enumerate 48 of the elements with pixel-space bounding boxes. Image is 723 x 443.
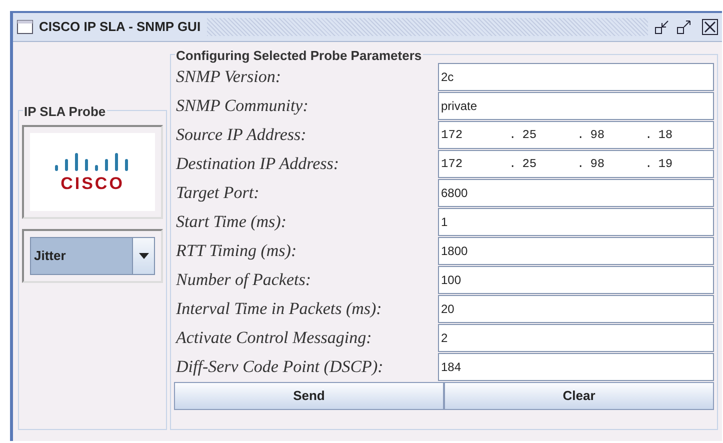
input-field[interactable]: 2c bbox=[438, 63, 714, 91]
probe-dropdown[interactable]: Jitter bbox=[30, 237, 155, 275]
ip-octet[interactable]: 25 bbox=[522, 155, 537, 173]
action-button[interactable]: Send bbox=[174, 382, 444, 410]
maximize-icon[interactable] bbox=[676, 19, 692, 35]
ip-address-field[interactable]: 172 . 25 . 98 . 19 bbox=[438, 150, 714, 178]
logo-text: CISCO bbox=[60, 174, 124, 192]
ip-separator: . bbox=[645, 127, 652, 144]
field-label: SNMP Community: bbox=[175, 95, 310, 118]
dropdown-arrow-button[interactable] bbox=[132, 238, 154, 274]
input-field[interactable]: private bbox=[438, 92, 714, 120]
action-button[interactable]: Clear bbox=[444, 382, 714, 410]
close-icon[interactable] bbox=[702, 19, 718, 35]
input-field[interactable]: 1800 bbox=[438, 237, 714, 265]
field-label: Number of Packets: bbox=[175, 269, 312, 292]
caret-icon bbox=[138, 253, 148, 259]
field-label: Target Port: bbox=[175, 182, 260, 204]
ip-separator: . bbox=[645, 156, 652, 173]
iconify-icon[interactable] bbox=[654, 19, 670, 35]
field-label: RTT Timing (ms): bbox=[175, 240, 298, 262]
ip-address-field[interactable]: 172 . 25 . 98 . 18 bbox=[438, 121, 714, 149]
ip-separator: . bbox=[577, 127, 584, 144]
input-field[interactable]: 6800 bbox=[438, 179, 714, 207]
ip-octet[interactable]: 98 bbox=[590, 155, 605, 173]
ip-octet[interactable]: 172 bbox=[441, 126, 463, 144]
input-field[interactable]: 2 bbox=[438, 324, 714, 352]
field-label: Activate Control Messaging: bbox=[174, 327, 373, 350]
ip-octet[interactable]: 172 bbox=[441, 155, 463, 173]
ip-octet[interactable]: 19 bbox=[658, 155, 673, 173]
input-field[interactable]: 1 bbox=[438, 208, 714, 236]
ip-separator: . bbox=[577, 156, 584, 173]
field-label: Start Time (ms): bbox=[175, 211, 288, 234]
ip-octet[interactable]: 25 bbox=[522, 126, 537, 144]
window-icon bbox=[17, 20, 33, 34]
field-label: SNMP Version: bbox=[175, 66, 282, 88]
field-label: Diff-Serv Code Point (DSCP): bbox=[174, 356, 384, 378]
field-label: Source IP Address: bbox=[175, 124, 308, 146]
dropdown-value: Jitter bbox=[33, 247, 67, 266]
input-field[interactable]: 184 bbox=[438, 353, 714, 381]
field-label: Interval Time in Packets (ms): bbox=[175, 298, 383, 320]
ip-octet[interactable]: 98 bbox=[590, 126, 605, 144]
ip-separator: . bbox=[509, 156, 516, 173]
input-field[interactable]: 100 bbox=[438, 266, 714, 294]
input-field[interactable]: 20 bbox=[438, 295, 714, 323]
window-title: CISCO IP SLA - SNMP GUI bbox=[39, 18, 201, 36]
ip-separator: . bbox=[509, 127, 516, 144]
ip-octet[interactable]: 18 bbox=[658, 126, 673, 144]
field-label: Destination IP Address: bbox=[174, 153, 340, 176]
